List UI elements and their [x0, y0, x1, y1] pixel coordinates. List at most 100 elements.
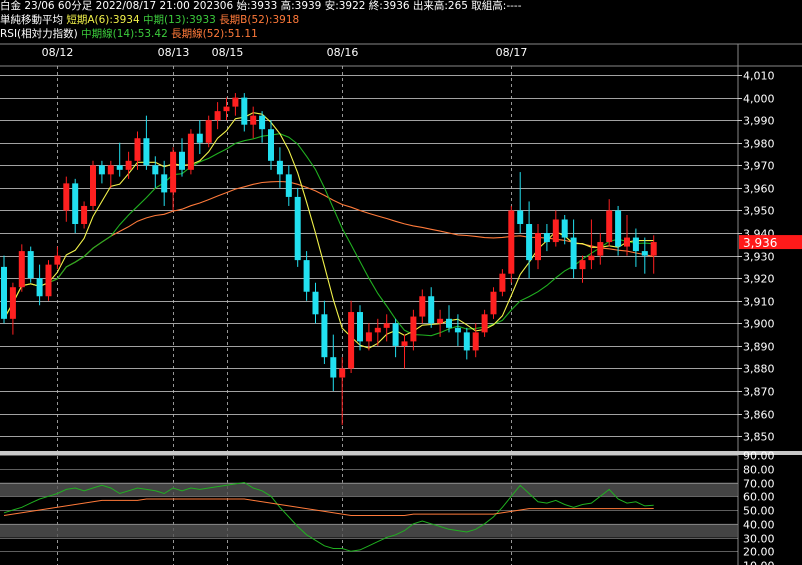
- date-label: 08/13: [158, 46, 190, 59]
- price-tick-label: 3,920: [743, 273, 775, 286]
- candle-body: [268, 129, 274, 161]
- price-grid: 4,0104,0003,9903,9803,9703,9603,9503,940…: [0, 70, 775, 444]
- candle-body: [223, 106, 230, 112]
- date-label: 08/16: [327, 46, 359, 59]
- price-chart[interactable]: 4,0104,0003,9903,9803,9703,9603,9503,940…: [0, 0, 802, 565]
- rsi-tick-label: 40.00: [743, 519, 775, 532]
- candle-body: [161, 174, 168, 193]
- candle-body: [45, 264, 52, 297]
- price-tick-label: 3,970: [743, 160, 775, 173]
- candle-body: [63, 183, 70, 211]
- candle-body: [428, 296, 435, 324]
- candle-body: [543, 233, 550, 243]
- candle-body: [552, 219, 559, 243]
- rsi-band: [0, 523, 738, 538]
- candle-body: [561, 219, 568, 238]
- candle-body: [179, 151, 185, 170]
- candle-body: [134, 138, 141, 161]
- price-tick-label: 3,950: [743, 205, 775, 218]
- candle-body: [54, 255, 61, 265]
- candle-body: [81, 205, 88, 225]
- candle-body: [410, 316, 417, 342]
- candle-body: [615, 210, 622, 247]
- price-tick-label: 3,860: [743, 409, 775, 422]
- candle-body: [374, 327, 381, 333]
- candle-body: [339, 368, 346, 378]
- rsi-tick-label: 60.00: [743, 491, 775, 504]
- price-tick-label: 3,980: [743, 138, 775, 151]
- candle-body: [401, 341, 408, 346]
- rsi-tick-label: 10.00: [743, 560, 775, 565]
- candle-body: [72, 183, 79, 225]
- price-tick-label: 3,870: [743, 386, 775, 399]
- candle-body: [641, 251, 648, 256]
- candle-body: [285, 174, 292, 197]
- price-tick-label: 4,010: [743, 70, 775, 83]
- candle-body: [170, 151, 177, 193]
- current-price-label: 3,936: [743, 236, 777, 250]
- rsi-tick-label: 80.00: [743, 464, 775, 477]
- candle-body: [517, 210, 524, 225]
- candle-body: [1, 266, 7, 319]
- candle-body: [357, 312, 363, 342]
- candle-body: [187, 133, 194, 170]
- candle-body: [125, 160, 132, 170]
- candle-body: [152, 165, 159, 175]
- price-tick-label: 3,880: [743, 363, 775, 376]
- candle-body: [232, 97, 239, 107]
- candle-body: [579, 260, 586, 270]
- candle-body: [330, 357, 337, 378]
- candle-body: [588, 255, 595, 261]
- candle-body: [107, 165, 114, 175]
- rsi-tick-label: 20.00: [743, 546, 775, 559]
- candle-body: [18, 251, 25, 288]
- candle-body: [98, 165, 105, 175]
- price-tick-label: 3,990: [743, 115, 775, 128]
- price-tick-label: 3,960: [743, 183, 775, 196]
- candle-body: [241, 97, 248, 125]
- rsi-long-line: [3, 498, 654, 516]
- candle-body: [303, 260, 310, 292]
- candle-body: [650, 242, 657, 256]
- candle-body: [419, 296, 426, 317]
- candle-body: [365, 332, 372, 342]
- date-label: 08/17: [496, 46, 528, 59]
- candle-body: [472, 332, 479, 351]
- rsi-tick-label: 30.00: [743, 533, 775, 546]
- candle-body: [597, 242, 604, 256]
- candle-body: [535, 233, 541, 261]
- candle-body: [276, 160, 283, 175]
- candle-body: [196, 133, 203, 143]
- candle-body: [508, 210, 515, 274]
- candle-body: [392, 323, 399, 346]
- rsi-band: [0, 482, 738, 497]
- candle-body: [294, 196, 301, 261]
- candle-body: [526, 224, 533, 261]
- candle-body: [36, 278, 43, 297]
- candle-body: [321, 314, 328, 358]
- rsi-panel: 90.0080.0070.0060.0050.0040.0030.0020.00…: [0, 450, 775, 565]
- candle-body: [454, 327, 461, 333]
- candle-body: [348, 312, 355, 369]
- panel-separator: [0, 451, 802, 455]
- candle-body: [570, 237, 577, 270]
- candle-body: [463, 332, 470, 351]
- candle-body: [490, 291, 497, 315]
- date-label: 08/12: [42, 46, 74, 59]
- candle-body: [312, 291, 319, 315]
- candle-body: [632, 237, 639, 252]
- price-tick-label: 3,930: [743, 251, 775, 264]
- candle-body: [205, 120, 212, 143]
- price-tick-label: 3,850: [743, 431, 775, 444]
- price-tick-label: 3,910: [743, 296, 775, 309]
- candle-body: [90, 165, 96, 206]
- candle-body: [624, 237, 630, 247]
- candle-body: [27, 251, 34, 279]
- rsi-tick-label: 50.00: [743, 505, 775, 518]
- candle-body: [446, 318, 452, 328]
- candle-body: [116, 165, 123, 170]
- candle-body: [250, 115, 257, 125]
- candle-body: [9, 287, 16, 319]
- candle-body: [214, 111, 221, 121]
- candle-body: [606, 210, 613, 243]
